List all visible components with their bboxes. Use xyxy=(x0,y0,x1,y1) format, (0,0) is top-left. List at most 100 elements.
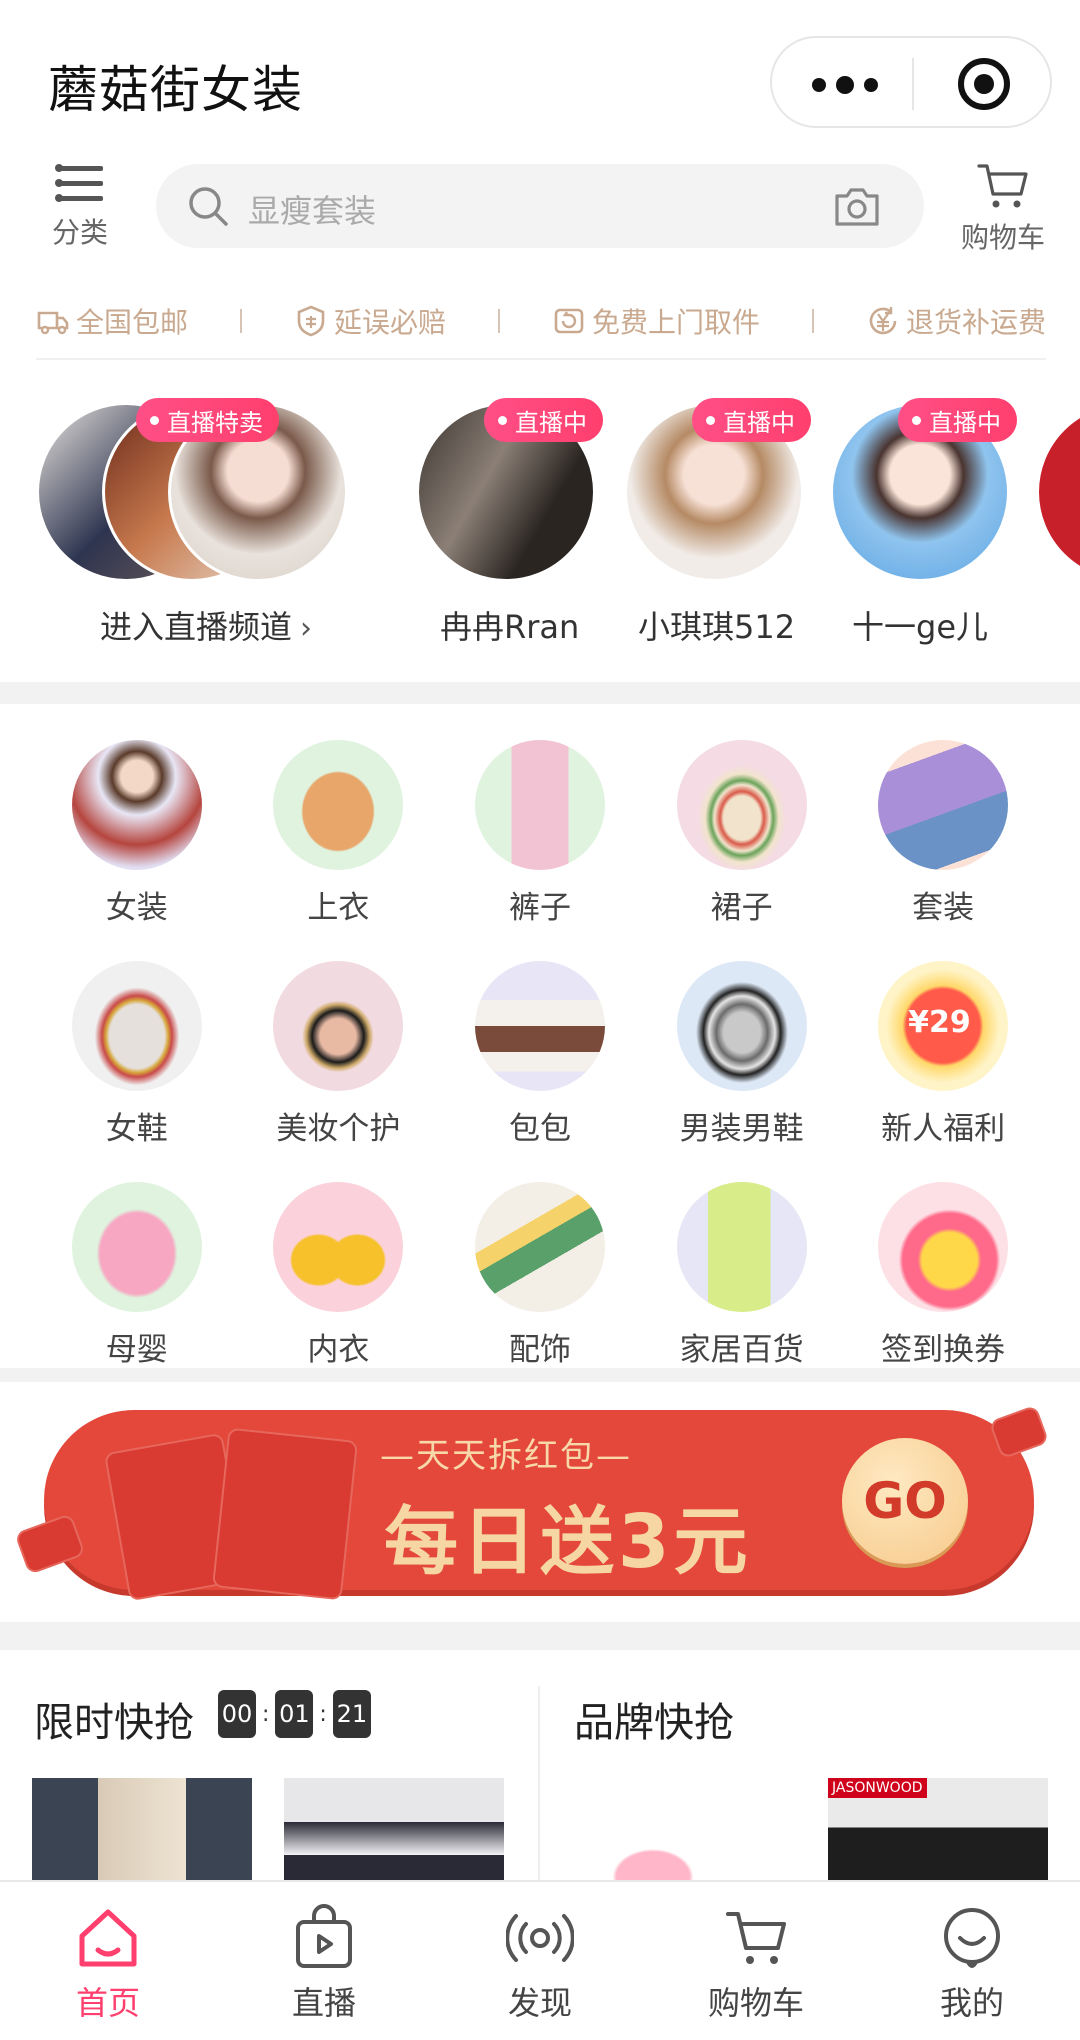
close-target-icon[interactable] xyxy=(958,58,1010,110)
cart-button[interactable]: 购物车 xyxy=(948,160,1058,260)
product-thumbnail[interactable] xyxy=(284,1778,504,1888)
guarantee-delay-compensation: 延误必赔 xyxy=(294,301,446,341)
tab-discover[interactable]: 发现 xyxy=(432,1882,648,2040)
truck-icon xyxy=(37,311,69,335)
womens-clothing-icon xyxy=(71,740,202,870)
pants-icon xyxy=(474,740,605,870)
category-label: 女装 xyxy=(105,890,168,926)
flash-sale-title[interactable]: 限时快抢 xyxy=(34,1690,194,1748)
home-icon xyxy=(79,1909,137,1967)
category-button[interactable]: 分类 xyxy=(40,160,120,260)
live-channel-entry[interactable]: 直播特卖 进入直播频道 › xyxy=(36,380,396,646)
guarantee-label: 延误必赔 xyxy=(333,306,446,339)
womens-shoes-icon xyxy=(71,961,202,1091)
live-channel-label: 进入直播频道 › xyxy=(100,608,313,646)
coupon-amount: ¥29 xyxy=(908,1005,971,1040)
product-thumbnail[interactable]: JASONWOOD xyxy=(828,1778,1048,1888)
live-anchor[interactable]: 直播中 十一ge儿 xyxy=(830,380,1020,646)
live-badge: 直播特卖 xyxy=(136,398,279,442)
section-divider xyxy=(0,1368,1080,1382)
category-accessories[interactable]: 配饰 xyxy=(439,1182,641,1369)
guarantee-return-shipping: 退货补运费 xyxy=(866,301,1046,341)
hair-clip-icon xyxy=(474,1182,605,1312)
search-input[interactable]: 显瘦套装 xyxy=(156,164,924,248)
skirt-icon xyxy=(676,740,807,870)
timer-hours: 00 xyxy=(218,1690,256,1738)
category-checkin[interactable]: 签到换券 xyxy=(842,1182,1044,1369)
separator xyxy=(240,309,242,333)
category-pants[interactable]: 裤子 xyxy=(439,740,641,927)
tab-label: 购物车 xyxy=(707,1984,804,2022)
live-anchor[interactable]: 直播中 小琪琪512 xyxy=(624,380,814,646)
category-label: 签到换券 xyxy=(881,1332,1006,1368)
category-tops[interactable]: 上衣 xyxy=(238,740,440,927)
guarantee-label: 免费上门取件 xyxy=(591,306,760,339)
bottom-tab-bar: 首页 直播 发现 购物车 我的 xyxy=(0,1880,1080,2040)
more-icon[interactable] xyxy=(812,76,878,94)
product-thumbnail[interactable] xyxy=(576,1778,796,1888)
tab-label: 我的 xyxy=(939,1984,1004,2022)
brand-tag: JASONWOOD xyxy=(828,1778,927,1798)
category-womens[interactable]: 女装 xyxy=(36,740,238,927)
envelope-decoration xyxy=(211,1427,359,1601)
category-skirts[interactable]: 裙子 xyxy=(641,740,843,927)
category-baby[interactable]: 母婴 xyxy=(36,1182,238,1369)
section-separator xyxy=(538,1686,540,1886)
category-label: 美妆个护 xyxy=(276,1111,401,1147)
mug-icon xyxy=(676,1182,807,1312)
category-label: 家居百货 xyxy=(679,1332,804,1368)
yen-refund-icon xyxy=(869,307,897,335)
brand-sale-title[interactable]: 品牌快抢 xyxy=(574,1690,734,1748)
tab-profile[interactable]: 我的 xyxy=(864,1882,1080,2040)
camera-icon[interactable] xyxy=(832,182,882,230)
banner-go-button[interactable]: GO xyxy=(842,1438,968,1564)
category-label: 母婴 xyxy=(105,1332,168,1368)
category-label: 配饰 xyxy=(508,1332,571,1368)
section-divider xyxy=(0,682,1080,704)
shield-icon xyxy=(297,305,325,337)
search-icon xyxy=(189,187,228,226)
category-home[interactable]: 家居百货 xyxy=(641,1182,843,1369)
category-womens-shoes[interactable]: 女鞋 xyxy=(36,961,238,1148)
anchor-name: 冉冉Rran xyxy=(440,608,580,646)
category-underwear[interactable]: 内衣 xyxy=(238,1182,440,1369)
baby-clothes-icon xyxy=(71,1182,202,1312)
live-badge: 直播中 xyxy=(898,398,1017,442)
category-label: 分类 xyxy=(51,216,108,249)
timer-seconds: 21 xyxy=(332,1690,371,1738)
header: 蘑菇街女装 xyxy=(0,0,1080,160)
live-anchor[interactable]: 直播中 冉冉Rran xyxy=(416,380,606,646)
tab-live[interactable]: 直播 xyxy=(216,1882,432,2040)
separator xyxy=(497,309,500,333)
category-cosmetics[interactable]: 美妆个护 xyxy=(238,961,440,1148)
tab-cart[interactable]: 购物车 xyxy=(648,1882,864,2040)
cart-label: 购物车 xyxy=(960,221,1045,254)
section-divider xyxy=(0,1622,1080,1650)
category-new-user[interactable]: ¥29 新人福利 xyxy=(842,961,1044,1148)
category-label: 包包 xyxy=(508,1111,571,1147)
menu-list-icon xyxy=(55,164,103,202)
category-sets[interactable]: 套装 xyxy=(842,740,1044,927)
anchor-name: 小琪琪512 xyxy=(638,608,796,646)
live-badge: 直播中 xyxy=(484,398,603,442)
tab-home[interactable]: 首页 xyxy=(0,1882,216,2040)
category-bags[interactable]: 包包 xyxy=(439,961,641,1148)
anchor-name: 十一ge儿 xyxy=(852,608,989,646)
avatar[interactable] xyxy=(1036,402,1080,582)
tab-label: 首页 xyxy=(75,1984,140,2022)
category-label: 套装 xyxy=(912,890,975,926)
category-label: 裙子 xyxy=(710,890,773,926)
red-envelope-banner[interactable]: —天天拆红包— 每日送3元 GO xyxy=(0,1382,1080,1622)
product-thumbnail[interactable] xyxy=(32,1778,252,1888)
category-grid: 女装 上衣 裤子 裙子 套装 女鞋 美妆个护 包包 男装男鞋 ¥29 新人福利 xyxy=(36,740,1044,1369)
search-placeholder: 显瘦套装 xyxy=(248,192,377,230)
tab-label: 发现 xyxy=(507,1984,572,2022)
separator xyxy=(811,309,814,333)
category-menswear[interactable]: 男装男鞋 xyxy=(641,961,843,1148)
mini-program-capsule xyxy=(770,36,1052,128)
handbag-icon xyxy=(474,961,605,1091)
chevron-right-icon: › xyxy=(300,611,313,646)
category-label: 内衣 xyxy=(307,1332,370,1368)
banner-headline: 每日送3元 xyxy=(384,1499,752,1585)
timer-minutes: 01 xyxy=(275,1690,314,1738)
